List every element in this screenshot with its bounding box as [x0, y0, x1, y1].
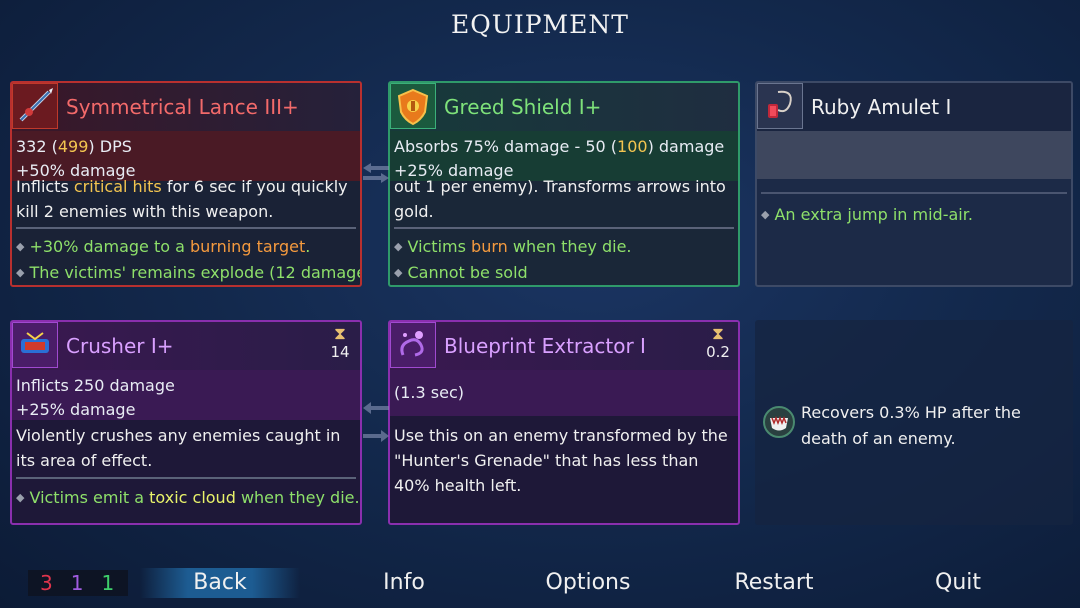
bullet-highlight: burn	[471, 237, 508, 256]
bullet-text-end: when they die.	[507, 237, 632, 256]
stat-dps-unit: DPS	[99, 137, 132, 156]
bullet-item: ◆ An extra jump in mid-air.	[761, 205, 973, 224]
hourglass-icon: ⧗	[334, 324, 346, 344]
item-name: Blueprint Extractor I	[444, 334, 646, 358]
scroll-counters: 3 1 1	[28, 570, 128, 596]
bullet-text: +30% damage to a	[29, 237, 190, 256]
bullet-item: ◆ Cannot be sold	[394, 263, 528, 282]
amulet-icon	[757, 83, 803, 129]
stat-bonus: +25% damage	[16, 400, 136, 419]
skill-slot-card[interactable]: Crusher I+ ⧗ 14 Inflicts 250 damage +25%…	[10, 320, 362, 525]
lance-icon	[12, 83, 58, 129]
stat-absorb: Absorbs 75% damage - 50	[394, 137, 606, 156]
cooldown-value: 0.2	[706, 343, 730, 361]
item-header: Crusher I+ ⧗ 14	[12, 322, 360, 370]
restart-button[interactable]: Restart	[724, 570, 824, 595]
cooldown-indicator: ⧗ 14	[326, 324, 354, 362]
item-name: Symmetrical Lance III+	[66, 95, 299, 119]
bullet-item: ◆ The victims' remains explode (12 damage…	[16, 260, 360, 285]
item-stats	[757, 131, 1071, 179]
item-stats: Absorbs 75% damage - 50 (100) damage +25…	[390, 131, 738, 181]
desc-highlight: critical hits	[73, 179, 162, 196]
divider	[761, 192, 1067, 194]
shield-icon	[390, 83, 436, 129]
bullet-text: The victims' remains explode (12 damage)	[29, 263, 362, 282]
stat-duration: (1.3 sec)	[394, 383, 464, 402]
item-description: Inflicts critical hits for 6 sec if you …	[16, 179, 356, 221]
weapon-slot-card[interactable]: Symmetrical Lance III+ 332 (499) DPS +50…	[10, 81, 362, 287]
screen-title: EQUIPMENT	[451, 10, 629, 39]
info-button[interactable]: Info	[364, 570, 444, 595]
bullet-text: Victims emit a	[29, 488, 150, 507]
mutation-icon	[759, 402, 799, 442]
item-header: Ruby Amulet I	[757, 83, 1071, 131]
cooldown-value: 14	[330, 343, 350, 361]
stat-dps-value: 332	[16, 137, 47, 156]
bullet-text-end: .	[305, 237, 311, 256]
divider	[394, 227, 734, 229]
survival-counter: 1	[101, 571, 115, 595]
divider	[16, 477, 356, 479]
bullet-highlight: burning target	[190, 237, 306, 256]
item-description: Violently crushes any enemies caught in …	[16, 426, 341, 470]
mutation-description: Recovers 0.3% HP after the death of an e…	[801, 403, 1021, 448]
item-stats: (1.3 sec)	[390, 370, 738, 416]
stat-absorb-bracket: 100	[617, 137, 648, 156]
item-stats: Inflicts 250 damage +25% damage	[12, 370, 360, 420]
item-bullets: ◆ An extra jump in mid-air.	[761, 202, 1069, 228]
bullet-highlight: toxic cloud	[149, 488, 236, 507]
bullet-item: ◆ Victims burn when they die.	[394, 237, 632, 256]
item-stats: 332 (499) DPS +50% damage	[12, 131, 360, 181]
desc-text: out 1 per enemy). Transforms arrows into…	[394, 179, 726, 221]
bullet-text: Cannot be sold	[407, 263, 528, 282]
cooldown-indicator: ⧗ 0.2	[704, 324, 732, 362]
bullet-text-end: when they die.	[235, 488, 360, 507]
amulet-slot-card[interactable]: Ruby Amulet I ◆ An extra jump in mid-air.	[755, 81, 1073, 287]
skill-slot-card[interactable]: Blueprint Extractor I ⧗ 0.2 (1.3 sec) Us…	[388, 320, 740, 525]
bullet-item: ◆ +30% damage to a burning target.	[16, 237, 311, 256]
swap-arrow-icon[interactable]	[363, 163, 389, 183]
bullet-item: ◆ Victims emit a toxic cloud when they di…	[16, 488, 360, 507]
item-name: Greed Shield I+	[444, 95, 602, 119]
item-bullets: ◆ Victims burn when they die. ◆ Cannot be …	[394, 234, 736, 285]
item-header: Greed Shield I+	[390, 83, 738, 131]
back-button[interactable]: Back	[140, 568, 300, 598]
stat-damage: Inflicts 250 damage	[16, 376, 175, 395]
item-header: Symmetrical Lance III+	[12, 83, 360, 131]
tactics-counter: 1	[70, 571, 84, 595]
item-bullets: ◆ +30% damage to a burning target. ◆ The v…	[16, 234, 360, 285]
stat-dps-bracket: 499	[57, 137, 89, 156]
item-description: Use this on an enemy transformed by the …	[394, 426, 728, 495]
item-header: Blueprint Extractor I ⧗ 0.2	[390, 322, 738, 370]
options-button[interactable]: Options	[538, 570, 638, 595]
item-description: out 1 per enemy). Transforms arrows into…	[394, 179, 734, 221]
quit-button[interactable]: Quit	[922, 570, 994, 595]
swap-arrow-icon[interactable]	[363, 402, 389, 442]
blueprint-icon	[390, 322, 436, 368]
item-name: Ruby Amulet I	[811, 95, 952, 119]
desc-text: Inflicts	[16, 179, 74, 196]
bullet-text: Victims	[407, 237, 472, 256]
divider	[16, 227, 356, 229]
item-name: Crusher I+	[66, 334, 174, 358]
hourglass-icon: ⧗	[712, 324, 724, 344]
brutality-counter: 3	[40, 571, 53, 595]
crusher-icon	[12, 322, 58, 368]
stat-absorb-unit: damage	[658, 137, 725, 156]
mutation-panel[interactable]: Recovers 0.3% HP after the death of an e…	[755, 320, 1073, 525]
shield-slot-card[interactable]: Greed Shield I+ Absorbs 75% damage - 50 …	[388, 81, 740, 287]
item-bullets: ◆ Victims emit a toxic cloud when they di…	[16, 485, 360, 511]
bullet-text: An extra jump in mid-air.	[774, 205, 973, 224]
footer-bar: 3 1 1 Back Info Options Restart Quit	[0, 566, 1080, 608]
